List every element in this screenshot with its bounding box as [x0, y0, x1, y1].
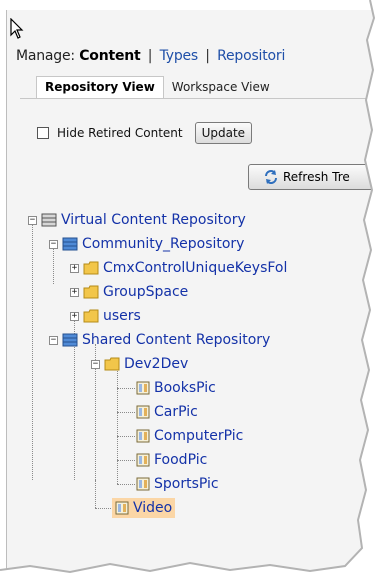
mouse-cursor-icon: [10, 18, 24, 39]
torn-edge-border: [0, 0, 388, 588]
